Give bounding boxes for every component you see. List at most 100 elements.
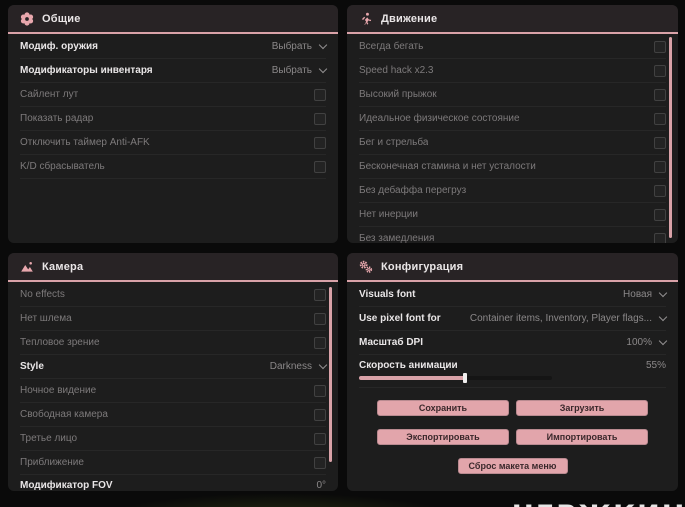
infinite-stamina-checkbox[interactable]	[654, 160, 666, 173]
row-label: Style	[20, 361, 44, 372]
slider-value: 55%	[645, 360, 666, 371]
always-run-checkbox[interactable]	[654, 40, 666, 53]
row-label: Идеальное физическое состояние	[359, 113, 520, 124]
row-label: Модификатор FOV	[20, 480, 113, 491]
no-inertia-checkbox[interactable]	[654, 208, 666, 221]
setting-row-dpi-scale: Масштаб DPI 100%	[359, 331, 668, 355]
slider-label-row: Скорость анимации 55%	[359, 357, 666, 374]
setting-row-kd-resetter: K/D сбрасыватель	[20, 155, 326, 179]
weapon-mod-dropdown[interactable]: Выбрать	[271, 40, 328, 52]
style-dropdown[interactable]: Darkness	[269, 360, 328, 372]
setting-row-night-vision: Ночное видение	[20, 379, 326, 403]
setting-row-no-inertia: Нет инерции	[359, 203, 666, 227]
setting-row-inventory-mods: Модификаторы инвентаря Выбрать	[20, 59, 328, 83]
panel-camera: Камера No effects Нет шлема Тепловое зрени…	[8, 253, 338, 491]
row-label: Нет инерции	[359, 209, 418, 220]
flower-icon	[20, 11, 34, 26]
anti-afk-timer-checkbox[interactable]	[314, 136, 326, 149]
row-label: Ночное видение	[20, 385, 97, 396]
panel-config-title: Конфигурация	[381, 260, 464, 273]
setting-row-anti-afk-timer: Отключить таймер Anti-AFK	[20, 131, 326, 155]
slider-handle[interactable]	[463, 373, 468, 383]
setting-row-thermal-vision: Тепловое зрение	[20, 331, 326, 355]
setting-row-style: Style Darkness	[20, 355, 328, 379]
row-label: Высокий прыжок	[359, 89, 437, 100]
dropdown-value: Выбрать	[271, 41, 312, 52]
no-effects-checkbox[interactable]	[314, 288, 326, 301]
save-button[interactable]: Сохранить	[377, 400, 509, 416]
background-clipped-text: ЧЕРЖКИНЕ	[512, 500, 685, 507]
camera-scrollbar[interactable]	[329, 287, 332, 462]
zoom-checkbox[interactable]	[314, 456, 326, 469]
setting-row-no-slowdown: Без замедления	[359, 227, 666, 243]
pixel-font-for-dropdown[interactable]: Container items, Inventory, Player flags…	[470, 312, 668, 324]
row-label: Бесконечная стамина и нет усталости	[359, 161, 536, 172]
setting-row-high-jump: Высокий прыжок	[359, 83, 666, 107]
thermal-vision-checkbox[interactable]	[314, 336, 326, 349]
no-slowdown-checkbox[interactable]	[654, 232, 666, 243]
game-background: ЧЕРЖКИНЕ	[0, 491, 685, 507]
night-vision-checkbox[interactable]	[314, 384, 326, 397]
chevron-down-icon	[658, 288, 668, 298]
panel-movement: Движение Всегда бегать Speed hack x2.3 Выс…	[347, 5, 678, 243]
setting-row-visuals-font: Visuals font Новая	[359, 283, 668, 307]
slider-fill	[359, 376, 466, 380]
row-label: Приближение	[20, 457, 84, 468]
setting-row-run-and-shoot: Бег и стрельба	[359, 131, 666, 155]
setting-row-animation-speed: Скорость анимации 55%	[359, 355, 666, 388]
dpi-scale-dropdown[interactable]: 100%	[626, 336, 668, 348]
button-row: Сохранить Загрузить	[359, 400, 666, 416]
dropdown-value: Darkness	[269, 361, 312, 372]
movement-scrollbar[interactable]	[669, 37, 672, 238]
panel-config-header: Конфигурация	[347, 253, 678, 282]
run-and-shoot-checkbox[interactable]	[654, 136, 666, 149]
animation-speed-slider[interactable]	[359, 373, 553, 383]
row-label: K/D сбрасыватель	[20, 161, 105, 172]
high-jump-checkbox[interactable]	[654, 88, 666, 101]
row-label: Масштаб DPI	[359, 337, 423, 348]
row-label: Бег и стрельба	[359, 137, 429, 148]
row-label: Тепловое зрение	[20, 337, 100, 348]
setting-row-weapon-mod: Модиф. оружия Выбрать	[20, 35, 328, 59]
row-label: Скорость анимации	[359, 360, 458, 371]
panel-general-title: Общие	[42, 12, 81, 25]
panel-config: Конфигурация Visuals font Новая Use pixel …	[347, 253, 678, 491]
row-label: Use pixel font for	[359, 313, 441, 324]
setting-row-infinite-stamina: Бесконечная стамина и нет усталости	[359, 155, 666, 179]
panel-movement-header: Движение	[347, 5, 678, 34]
image-icon	[20, 260, 34, 274]
runner-icon	[359, 12, 373, 26]
chevron-down-icon	[658, 312, 668, 322]
import-button[interactable]: Импортировать	[516, 429, 648, 445]
show-radar-checkbox[interactable]	[314, 112, 326, 125]
slider-label-row: Модификатор FOV 0°	[20, 477, 326, 491]
row-label: Модификаторы инвентаря	[20, 65, 153, 76]
free-camera-checkbox[interactable]	[314, 408, 326, 421]
panel-movement-title: Движение	[381, 12, 438, 25]
speed-hack-checkbox[interactable]	[654, 64, 666, 77]
dropdown-value: Выбрать	[271, 65, 312, 76]
panel-general: Общие Модиф. оружия Выбрать Модификаторы и…	[8, 5, 338, 243]
reset-menu-layout-button[interactable]: Сброс макета меню	[457, 458, 568, 474]
row-label: Отключить таймер Anti-AFK	[20, 137, 150, 148]
no-overload-debuff-checkbox[interactable]	[654, 184, 666, 197]
gears-icon	[359, 260, 373, 274]
visuals-font-dropdown[interactable]: Новая	[623, 288, 668, 300]
load-button[interactable]: Загрузить	[516, 400, 648, 416]
third-person-checkbox[interactable]	[314, 432, 326, 445]
dropdown-value: Новая	[623, 289, 652, 300]
row-label: Сайлент лут	[20, 89, 79, 100]
no-helmet-checkbox[interactable]	[314, 312, 326, 325]
button-row: Сброс макета меню	[359, 458, 666, 474]
row-label: Третье лицо	[20, 433, 78, 444]
perfect-physical-condition-checkbox[interactable]	[654, 112, 666, 125]
row-label: Модиф. оружия	[20, 41, 98, 52]
chevron-down-icon	[318, 64, 328, 74]
inventory-mods-dropdown[interactable]: Выбрать	[271, 64, 328, 76]
game-background-glow	[80, 493, 480, 507]
chevron-down-icon	[318, 360, 328, 370]
setting-row-perfect-physical-condition: Идеальное физическое состояние	[359, 107, 666, 131]
kd-resetter-checkbox[interactable]	[314, 160, 326, 173]
silent-loot-checkbox[interactable]	[314, 88, 326, 101]
export-button[interactable]: Экспортировать	[377, 429, 509, 445]
